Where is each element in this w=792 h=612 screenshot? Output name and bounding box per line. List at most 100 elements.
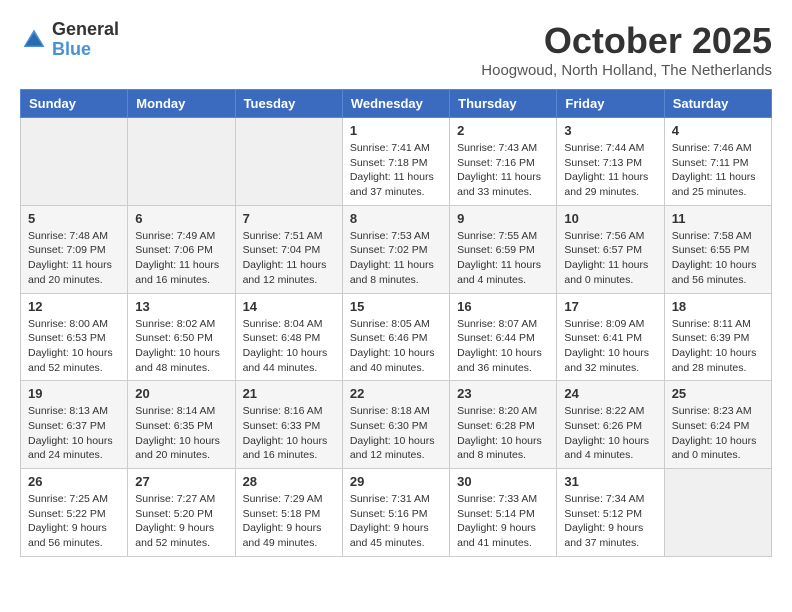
weekday-header-tuesday: Tuesday xyxy=(235,90,342,118)
day-info: Sunrise: 7:29 AM Sunset: 5:18 PM Dayligh… xyxy=(243,492,335,551)
day-info: Sunrise: 7:56 AM Sunset: 6:57 PM Dayligh… xyxy=(564,229,656,288)
calendar-cell: 6 Sunrise: 7:49 AM Sunset: 7:06 PM Daylig… xyxy=(128,205,235,293)
calendar-cell: 4Sunrise: 7:46 AM Sunset: 7:11 PM Daylig… xyxy=(664,118,771,206)
day-number: 5 xyxy=(28,211,120,226)
title-block: October 2025 Hoogwoud, North Holland, Th… xyxy=(481,20,772,79)
day-info: Sunrise: 7:46 AM Sunset: 7:11 PM Dayligh… xyxy=(672,141,764,200)
day-number: 20 xyxy=(135,386,227,401)
day-number: 19 xyxy=(28,386,120,401)
calendar-week-row: 26Sunrise: 7:25 AM Sunset: 5:22 PM Dayli… xyxy=(21,469,772,557)
calendar-cell: 20 Sunrise: 8:14 AM Sunset: 6:35 PM Dayli… xyxy=(128,381,235,469)
calendar-cell: 17 Sunrise: 8:09 AM Sunset: 6:41 PM Dayli… xyxy=(557,293,664,381)
calendar-header-row: SundayMondayTuesdayWednesdayThursdayFrid… xyxy=(21,90,772,118)
day-number: 7 xyxy=(243,211,335,226)
weekday-header-friday: Friday xyxy=(557,90,664,118)
weekday-header-monday: Monday xyxy=(128,90,235,118)
weekday-header-saturday: Saturday xyxy=(664,90,771,118)
day-number: 15 xyxy=(350,299,442,314)
day-info: Sunrise: 7:31 AM Sunset: 5:16 PM Dayligh… xyxy=(350,492,442,551)
day-info: Sunrise: 7:58 AM Sunset: 6:55 PM Dayligh… xyxy=(672,229,764,288)
calendar-cell: 23Sunrise: 8:20 AM Sunset: 6:28 PM Dayli… xyxy=(450,381,557,469)
day-info: Sunrise: 7:44 AM Sunset: 7:13 PM Dayligh… xyxy=(564,141,656,200)
calendar-cell: 31Sunrise: 7:34 AM Sunset: 5:12 PM Dayli… xyxy=(557,469,664,557)
day-info: Sunrise: 8:09 AM Sunset: 6:41 PM Dayligh… xyxy=(564,317,656,376)
day-info: Sunrise: 7:41 AM Sunset: 7:18 PM Dayligh… xyxy=(350,141,442,200)
calendar-cell: 21Sunrise: 8:16 AM Sunset: 6:33 PM Dayli… xyxy=(235,381,342,469)
calendar-cell: 30Sunrise: 7:33 AM Sunset: 5:14 PM Dayli… xyxy=(450,469,557,557)
day-number: 6 xyxy=(135,211,227,226)
day-info: Sunrise: 7:55 AM Sunset: 6:59 PM Dayligh… xyxy=(457,229,549,288)
month-title: October 2025 xyxy=(481,20,772,62)
calendar-week-row: 19 Sunrise: 8:13 AM Sunset: 6:37 PM Dayli… xyxy=(21,381,772,469)
calendar-cell: 16 Sunrise: 8:07 AM Sunset: 6:44 PM Dayli… xyxy=(450,293,557,381)
weekday-header-wednesday: Wednesday xyxy=(342,90,449,118)
calendar-cell xyxy=(235,118,342,206)
day-info: Sunrise: 7:27 AM Sunset: 5:20 PM Dayligh… xyxy=(135,492,227,551)
logo-icon xyxy=(20,26,48,54)
calendar-cell: 13 Sunrise: 8:02 AM Sunset: 6:50 PM Dayli… xyxy=(128,293,235,381)
day-number: 21 xyxy=(243,386,335,401)
calendar-cell: 2 Sunrise: 7:43 AM Sunset: 7:16 PM Daylig… xyxy=(450,118,557,206)
day-number: 24 xyxy=(564,386,656,401)
day-info: Sunrise: 8:05 AM Sunset: 6:46 PM Dayligh… xyxy=(350,317,442,376)
calendar-cell: 22 Sunrise: 8:18 AM Sunset: 6:30 PM Dayli… xyxy=(342,381,449,469)
day-info: Sunrise: 7:53 AM Sunset: 7:02 PM Dayligh… xyxy=(350,229,442,288)
calendar-cell xyxy=(664,469,771,557)
location-subtitle: Hoogwoud, North Holland, The Netherlands xyxy=(481,62,772,79)
day-info: Sunrise: 7:48 AM Sunset: 7:09 PM Dayligh… xyxy=(28,229,120,288)
day-info: Sunrise: 8:22 AM Sunset: 6:26 PM Dayligh… xyxy=(564,404,656,463)
day-number: 28 xyxy=(243,474,335,489)
day-number: 1 xyxy=(350,123,442,138)
logo: General Blue xyxy=(20,20,119,60)
day-info: Sunrise: 8:20 AM Sunset: 6:28 PM Dayligh… xyxy=(457,404,549,463)
calendar-cell: 5 Sunrise: 7:48 AM Sunset: 7:09 PM Daylig… xyxy=(21,205,128,293)
day-number: 18 xyxy=(672,299,764,314)
day-info: Sunrise: 8:18 AM Sunset: 6:30 PM Dayligh… xyxy=(350,404,442,463)
calendar-cell: 1 Sunrise: 7:41 AM Sunset: 7:18 PM Daylig… xyxy=(342,118,449,206)
day-number: 14 xyxy=(243,299,335,314)
day-number: 12 xyxy=(28,299,120,314)
day-number: 30 xyxy=(457,474,549,489)
day-info: Sunrise: 8:04 AM Sunset: 6:48 PM Dayligh… xyxy=(243,317,335,376)
day-number: 16 xyxy=(457,299,549,314)
day-info: Sunrise: 7:34 AM Sunset: 5:12 PM Dayligh… xyxy=(564,492,656,551)
day-info: Sunrise: 7:49 AM Sunset: 7:06 PM Dayligh… xyxy=(135,229,227,288)
day-number: 29 xyxy=(350,474,442,489)
weekday-header-sunday: Sunday xyxy=(21,90,128,118)
day-info: Sunrise: 8:02 AM Sunset: 6:50 PM Dayligh… xyxy=(135,317,227,376)
calendar-cell: 3 Sunrise: 7:44 AM Sunset: 7:13 PM Daylig… xyxy=(557,118,664,206)
day-number: 26 xyxy=(28,474,120,489)
calendar-week-row: 5 Sunrise: 7:48 AM Sunset: 7:09 PM Daylig… xyxy=(21,205,772,293)
calendar-cell xyxy=(21,118,128,206)
calendar-cell: 28 Sunrise: 7:29 AM Sunset: 5:18 PM Dayli… xyxy=(235,469,342,557)
calendar-cell: 24 Sunrise: 8:22 AM Sunset: 6:26 PM Dayli… xyxy=(557,381,664,469)
day-number: 17 xyxy=(564,299,656,314)
calendar-week-row: 1 Sunrise: 7:41 AM Sunset: 7:18 PM Daylig… xyxy=(21,118,772,206)
page-header: General Blue October 2025 Hoogwoud, Nort… xyxy=(20,20,772,79)
day-number: 25 xyxy=(672,386,764,401)
calendar-cell xyxy=(128,118,235,206)
day-number: 2 xyxy=(457,123,549,138)
day-number: 22 xyxy=(350,386,442,401)
day-info: Sunrise: 7:51 AM Sunset: 7:04 PM Dayligh… xyxy=(243,229,335,288)
day-info: Sunrise: 7:43 AM Sunset: 7:16 PM Dayligh… xyxy=(457,141,549,200)
day-number: 9 xyxy=(457,211,549,226)
day-info: Sunrise: 8:07 AM Sunset: 6:44 PM Dayligh… xyxy=(457,317,549,376)
calendar-cell: 12 Sunrise: 8:00 AM Sunset: 6:53 PM Dayli… xyxy=(21,293,128,381)
day-info: Sunrise: 8:14 AM Sunset: 6:35 PM Dayligh… xyxy=(135,404,227,463)
day-number: 13 xyxy=(135,299,227,314)
calendar-cell: 18Sunrise: 8:11 AM Sunset: 6:39 PM Dayli… xyxy=(664,293,771,381)
calendar-cell: 25 Sunrise: 8:23 AM Sunset: 6:24 PM Dayli… xyxy=(664,381,771,469)
calendar-table: SundayMondayTuesdayWednesdayThursdayFrid… xyxy=(20,89,772,557)
calendar-cell: 27Sunrise: 7:27 AM Sunset: 5:20 PM Dayli… xyxy=(128,469,235,557)
day-info: Sunrise: 8:13 AM Sunset: 6:37 PM Dayligh… xyxy=(28,404,120,463)
calendar-cell: 29 Sunrise: 7:31 AM Sunset: 5:16 PM Dayli… xyxy=(342,469,449,557)
logo-text: General Blue xyxy=(52,20,119,60)
calendar-cell: 9 Sunrise: 7:55 AM Sunset: 6:59 PM Daylig… xyxy=(450,205,557,293)
day-number: 8 xyxy=(350,211,442,226)
day-number: 3 xyxy=(564,123,656,138)
calendar-cell: 10Sunrise: 7:56 AM Sunset: 6:57 PM Dayli… xyxy=(557,205,664,293)
day-info: Sunrise: 8:00 AM Sunset: 6:53 PM Dayligh… xyxy=(28,317,120,376)
calendar-cell: 7 Sunrise: 7:51 AM Sunset: 7:04 PM Daylig… xyxy=(235,205,342,293)
day-info: Sunrise: 8:23 AM Sunset: 6:24 PM Dayligh… xyxy=(672,404,764,463)
